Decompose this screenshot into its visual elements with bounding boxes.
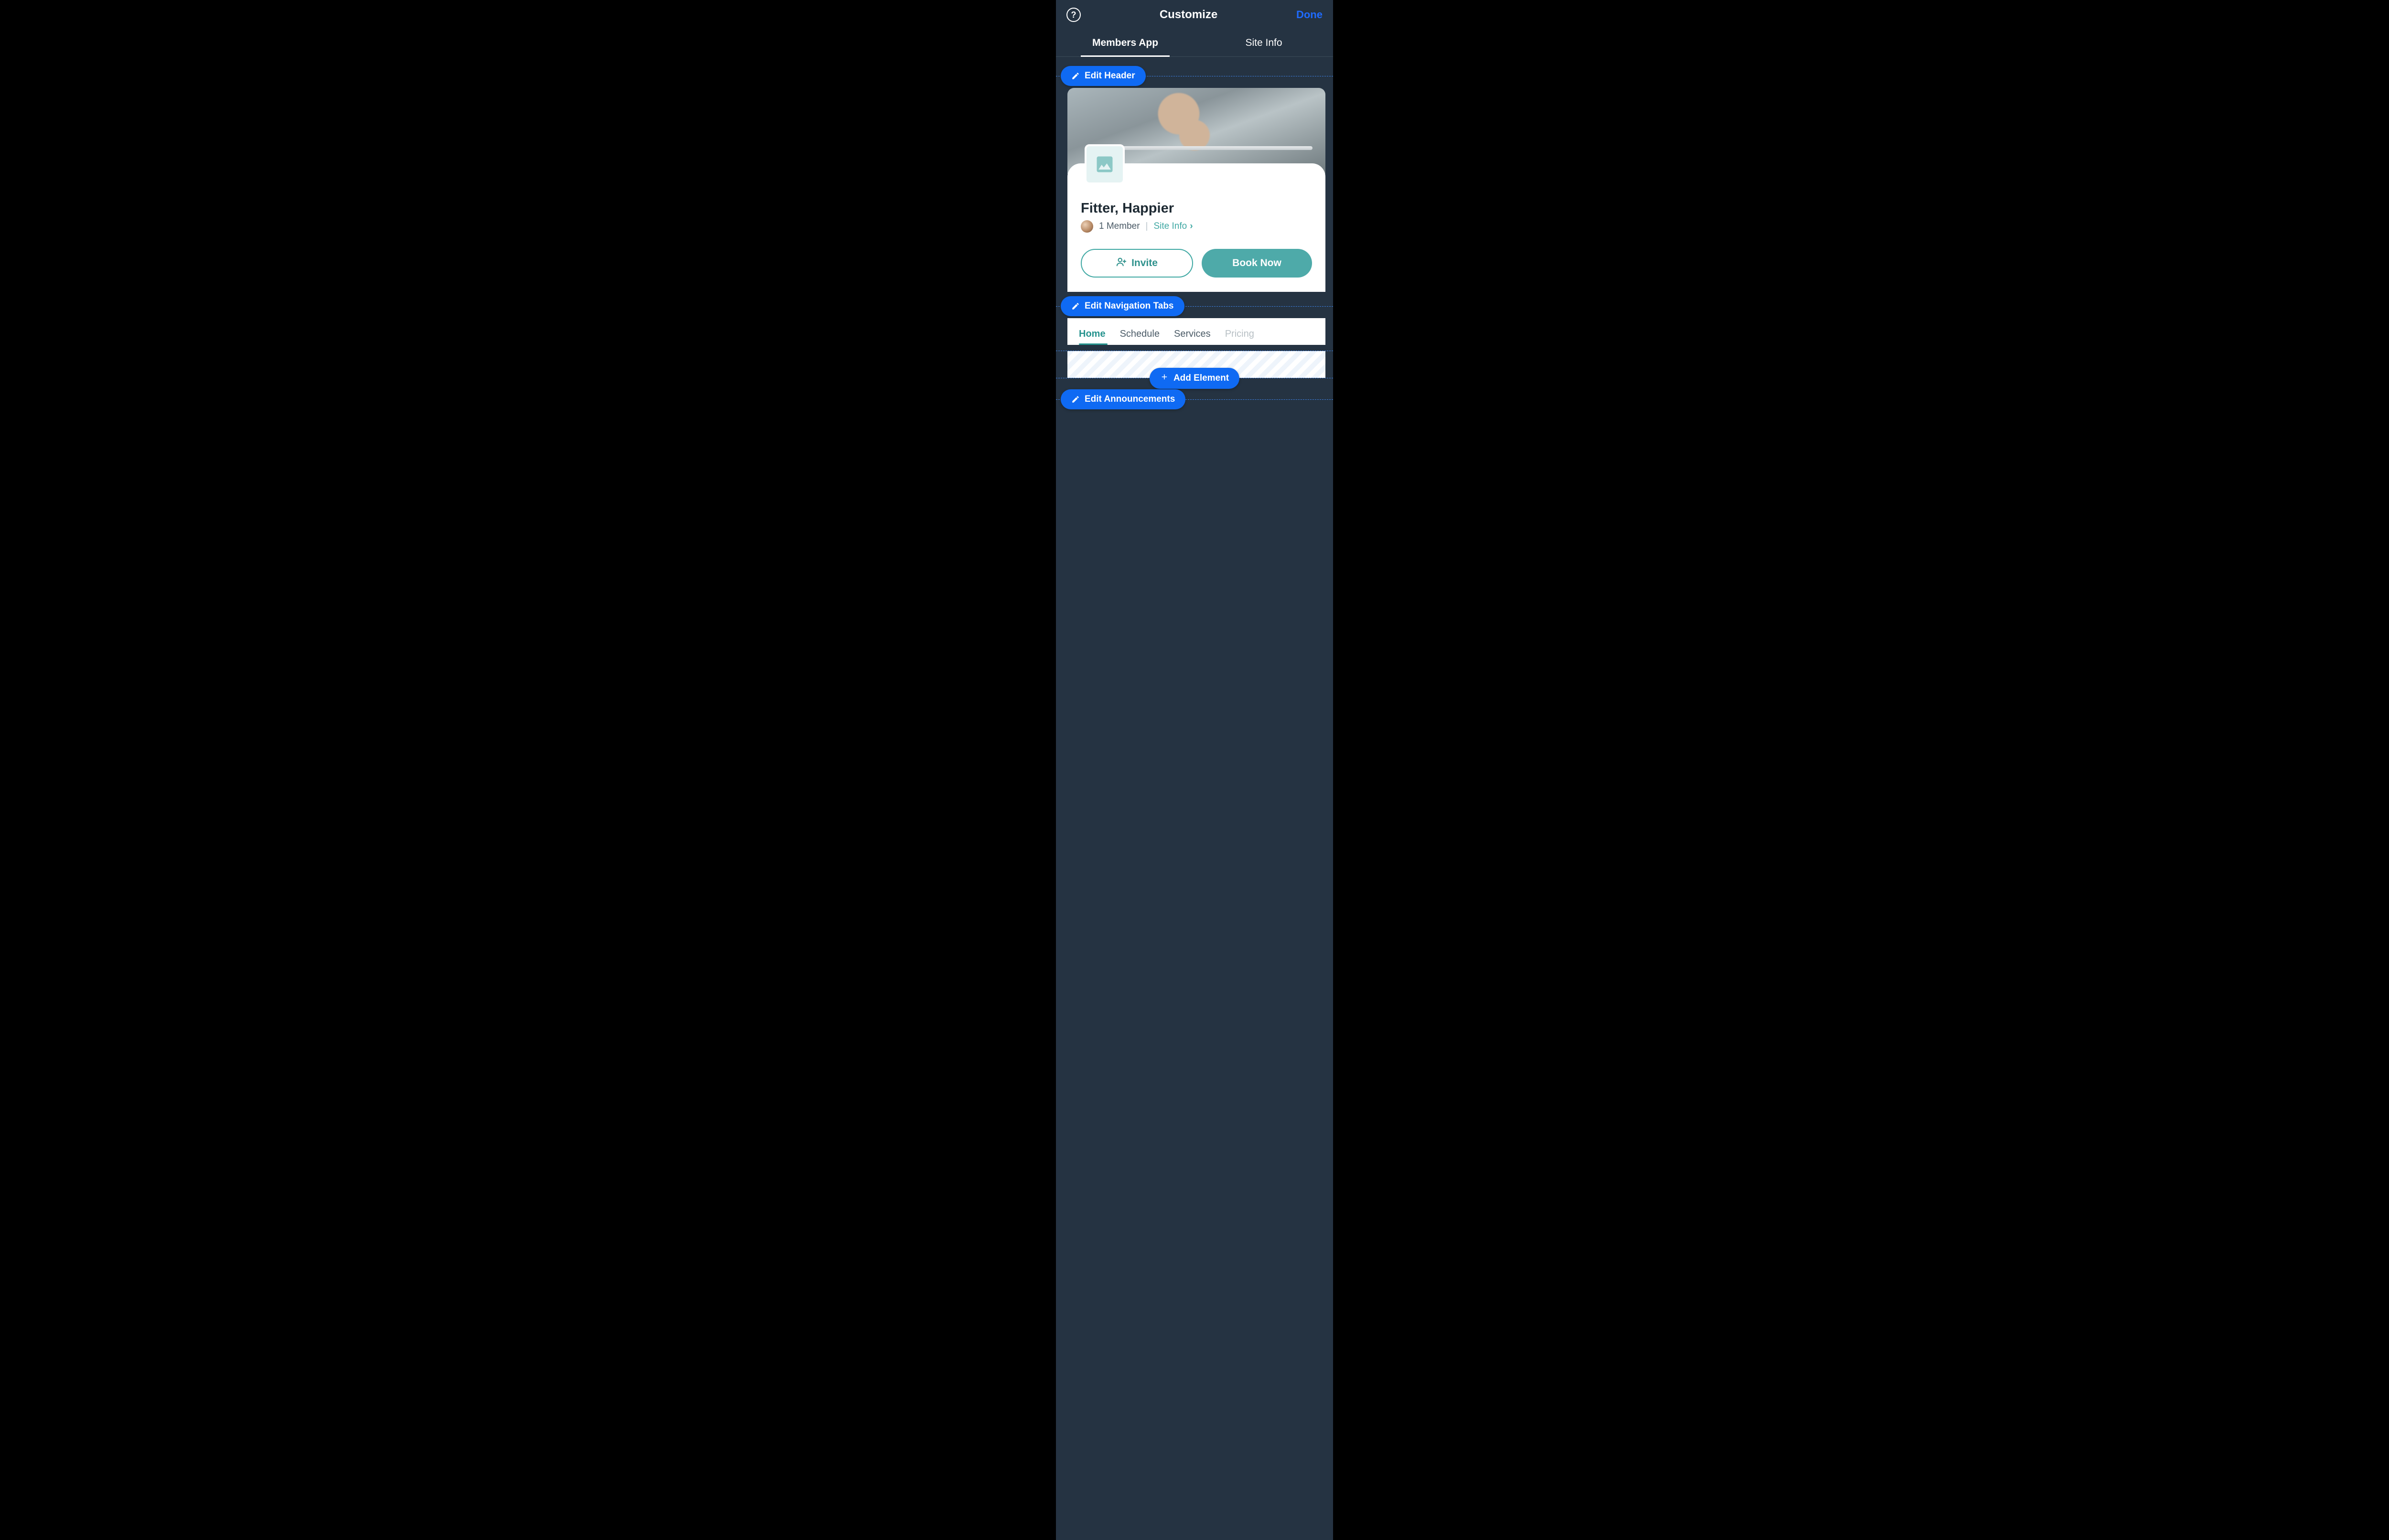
invite-button[interactable]: Invite xyxy=(1081,249,1193,278)
image-icon xyxy=(1094,154,1115,175)
add-element-label: Add Element xyxy=(1173,373,1229,384)
member-count: 1 Member xyxy=(1099,221,1140,232)
edit-header-label: Edit Header xyxy=(1085,71,1135,81)
book-now-label: Book Now xyxy=(1232,257,1281,269)
nav-tab-pricing[interactable]: Pricing xyxy=(1225,329,1254,340)
customize-screen: ? Customize Done Members App Site Info E… xyxy=(1056,0,1333,1540)
add-element-button[interactable]: Add Element xyxy=(1150,368,1239,389)
chevron-right-icon: › xyxy=(1190,221,1193,232)
section-divider-announcements: Edit Announcements xyxy=(1056,399,1333,400)
preview-header: Fitter, Happier 1 Member | Site Info › xyxy=(1067,88,1325,292)
nav-tab-home[interactable]: Home xyxy=(1079,329,1106,340)
divider: | xyxy=(1146,221,1148,232)
section-divider-navtabs: Edit Navigation Tabs xyxy=(1056,306,1333,307)
site-info-link[interactable]: Site Info › xyxy=(1153,221,1193,232)
edit-nav-tabs-button[interactable]: Edit Navigation Tabs xyxy=(1061,296,1184,316)
invite-label: Invite xyxy=(1131,257,1158,269)
pencil-icon xyxy=(1071,395,1080,404)
tab-members-app[interactable]: Members App xyxy=(1056,31,1194,56)
edit-announcements-button[interactable]: Edit Announcements xyxy=(1061,389,1185,409)
nav-tab-services[interactable]: Services xyxy=(1174,329,1211,340)
site-info-link-label: Site Info xyxy=(1153,221,1187,232)
done-button[interactable]: Done xyxy=(1296,9,1323,21)
pencil-icon xyxy=(1071,302,1080,310)
meta-row: 1 Member | Site Info › xyxy=(1081,220,1312,233)
site-title: Fitter, Happier xyxy=(1081,201,1312,216)
page-title: Customize xyxy=(1160,8,1217,21)
edit-header-button[interactable]: Edit Header xyxy=(1061,66,1146,86)
book-now-button[interactable]: Book Now xyxy=(1202,249,1312,278)
pencil-icon xyxy=(1071,72,1080,80)
edit-nav-tabs-label: Edit Navigation Tabs xyxy=(1085,301,1174,311)
edit-announcements-label: Edit Announcements xyxy=(1085,394,1175,405)
avatar xyxy=(1081,220,1093,233)
nav-tab-schedule[interactable]: Schedule xyxy=(1120,329,1160,340)
nav-tabs-row: Home Schedule Services Pricing xyxy=(1067,318,1325,343)
canvas-area: Edit Header Fitter, Happier 1 Member | S… xyxy=(1056,57,1333,1540)
help-icon[interactable]: ? xyxy=(1066,8,1081,22)
nav-tabs-preview: Home Schedule Services Pricing xyxy=(1067,318,1325,345)
add-user-icon xyxy=(1116,257,1127,270)
plus-icon xyxy=(1160,373,1169,384)
logo-placeholder[interactable] xyxy=(1085,144,1125,184)
topbar: ? Customize Done xyxy=(1056,0,1333,31)
top-tabs: Members App Site Info xyxy=(1056,31,1333,57)
cta-row: Invite Book Now xyxy=(1081,249,1312,278)
tab-site-info[interactable]: Site Info xyxy=(1194,31,1333,56)
